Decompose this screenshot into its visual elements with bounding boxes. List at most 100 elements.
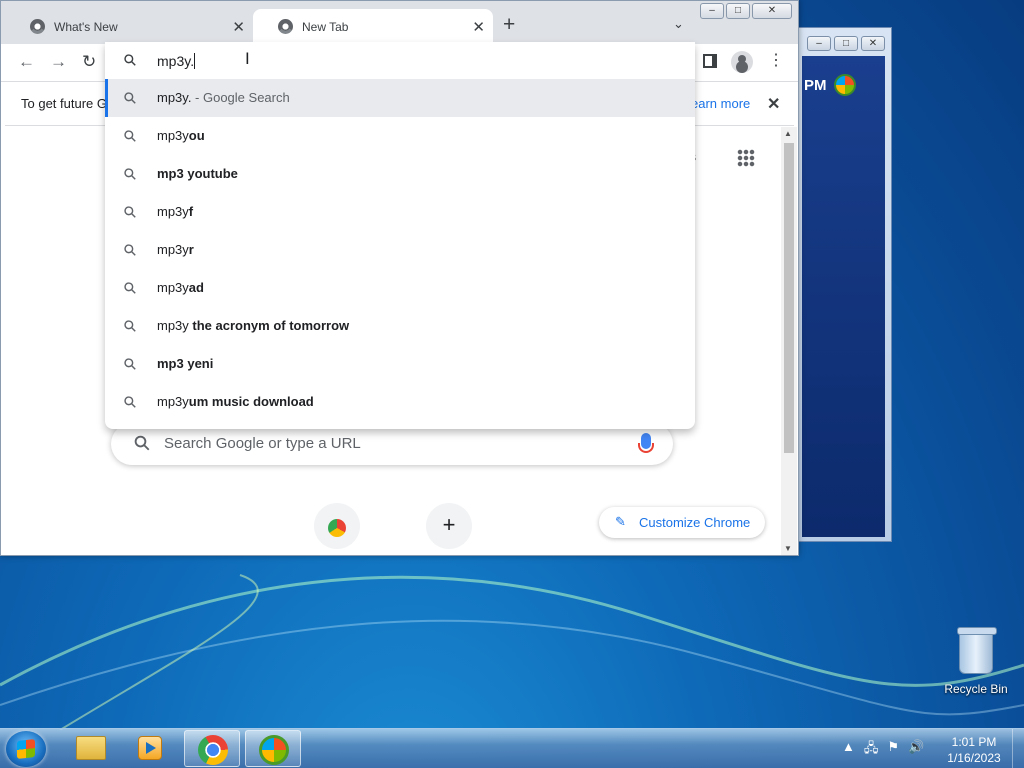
close-button[interactable]: ✕ — [861, 36, 885, 51]
start-button[interactable] — [6, 731, 46, 767]
search-icon — [124, 130, 136, 142]
desktop-wallpaper-swoosh — [0, 574, 1024, 730]
menu-kebab-icon[interactable]: ⋮ — [768, 51, 784, 71]
tab-title: New Tab — [302, 19, 349, 34]
omnibox-suggestion[interactable]: mp3yum music download — [105, 383, 695, 421]
background-window-controls: – □ ✕ — [807, 36, 885, 51]
customize-chrome-button[interactable]: ✎ Customize Chrome — [599, 507, 765, 538]
show-hidden-icons-icon[interactable]: ▲ — [842, 739, 855, 761]
action-center-flag-icon[interactable]: ⚑ — [887, 739, 899, 761]
search-icon — [124, 168, 136, 180]
suggestion-text: mp3 yeni — [157, 356, 214, 371]
tab-whats-new[interactable]: What's New ✕ — [5, 9, 253, 44]
omnibox-dropdown: mp3y. I mp3y. - Google Search mp3you mp3 y… — [105, 42, 695, 429]
tab-search-chevron-icon[interactable]: ⌄ — [673, 16, 684, 32]
omnibox-suggestion[interactable]: mp3you — [105, 117, 695, 155]
scroll-up-arrow-icon[interactable]: ▲ — [784, 129, 792, 138]
omnibox-suggestion[interactable]: mp3y the acronym of tomorrow — [105, 307, 695, 345]
customize-chrome-label: Customize Chrome — [639, 515, 751, 530]
search-icon — [124, 396, 136, 408]
side-panel-icon[interactable] — [703, 54, 717, 68]
infobar-text: To get future G — [21, 96, 107, 111]
chrome-taskbar-button[interactable] — [184, 730, 240, 767]
chrome-favicon-icon — [30, 19, 45, 34]
profile-avatar-icon[interactable] — [731, 51, 753, 73]
suggestion-text: mp3y the acronym of tomorrow — [157, 318, 350, 333]
search-icon — [124, 54, 136, 66]
omnibox-value: mp3y. — [157, 53, 196, 69]
search-icon — [124, 206, 136, 218]
folder-icon — [76, 736, 106, 760]
maximize-button[interactable]: □ — [834, 36, 858, 51]
maximize-button[interactable]: □ — [726, 3, 750, 19]
recycle-bin-label: Recycle Bin — [944, 682, 1008, 696]
tab-close-icon[interactable]: ✕ — [472, 18, 485, 36]
omnibox-suggestion[interactable]: mp3yr — [105, 231, 695, 269]
close-button[interactable]: ✕ — [752, 3, 792, 19]
suggestion-text: mp3 youtube — [157, 166, 238, 181]
windows-app-taskbar-button[interactable] — [245, 730, 301, 767]
page-scrollbar[interactable]: ▲ ▼ — [781, 127, 797, 555]
suggestion-text: mp3you — [157, 128, 205, 143]
chrome-favicon-icon — [278, 19, 293, 34]
forward-arrow-icon[interactable]: → — [50, 52, 67, 72]
omnibox-suggestion[interactable]: mp3yad — [105, 269, 695, 307]
suggestion-text: mp3yr — [157, 242, 194, 257]
voice-search-icon[interactable] — [638, 433, 654, 453]
suggestion-text: mp3y. - Google Search — [157, 90, 290, 105]
infobar-close-icon[interactable]: ✕ — [767, 94, 780, 114]
minimize-button[interactable]: – — [807, 36, 831, 51]
suggestion-text: mp3yum music download — [157, 394, 314, 409]
google-apps-icon[interactable] — [737, 149, 755, 167]
omnibox-suggestion[interactable]: mp3 youtube — [105, 155, 695, 193]
new-tab-button[interactable]: + — [503, 14, 515, 36]
learn-more-link[interactable]: earn more — [691, 96, 750, 111]
search-placeholder: Search Google or type a URL — [164, 435, 361, 452]
reload-icon[interactable]: ↻ — [82, 52, 96, 72]
tab-close-icon[interactable]: ✕ — [232, 18, 245, 36]
ntp-search-box[interactable]: Search Google or type a URL — [111, 423, 673, 465]
scrollbar-thumb[interactable] — [784, 143, 794, 453]
chrome-icon — [198, 735, 228, 765]
suggestion-text: mp3yf — [157, 204, 194, 219]
window-controls: – □ ✕ — [700, 3, 792, 19]
text-cursor-icon: I — [245, 49, 250, 68]
recycle-bin[interactable]: Recycle Bin — [944, 627, 1008, 696]
search-icon — [124, 282, 136, 294]
explorer-taskbar-button[interactable] — [62, 730, 118, 767]
windows-logo-icon — [259, 735, 289, 765]
taskbar: ▲ 🖧 ⚑ 🔊 1:01 PM 1/16/2023 — [0, 728, 1024, 768]
clock-date: 1/16/2023 — [947, 751, 1001, 765]
time-fragment: PM — [804, 77, 827, 94]
show-desktop-button[interactable] — [1012, 729, 1024, 768]
tab-title: What's New — [54, 19, 118, 34]
omnibox-suggestion[interactable]: mp3 yeni — [105, 345, 695, 383]
clock-time: 1:01 PM — [951, 735, 997, 749]
search-icon — [124, 358, 136, 370]
minimize-button[interactable]: – — [700, 3, 724, 19]
media-player-icon — [138, 736, 162, 760]
system-tray: ▲ 🖧 ⚑ 🔊 — [842, 739, 924, 761]
tab-new-tab[interactable]: New Tab ✕ — [253, 9, 493, 44]
tab-strip: What's New ✕ New Tab ✕ + ⌄ – □ ✕ — [1, 1, 798, 44]
recycle-bin-icon — [957, 627, 997, 674]
back-arrow-icon[interactable]: ← — [18, 52, 35, 72]
media-player-taskbar-button[interactable] — [122, 730, 178, 767]
shortcut-tile[interactable] — [314, 503, 360, 549]
suggestion-text: mp3yad — [157, 280, 204, 295]
volume-icon[interactable]: 🔊 — [908, 739, 924, 761]
network-icon[interactable]: 🖧 — [864, 739, 879, 761]
background-window[interactable]: – □ ✕ PM — [797, 27, 892, 542]
taskbar-clock[interactable]: 1:01 PM 1/16/2023 — [944, 734, 1004, 766]
omnibox-suggestion[interactable]: mp3y. - Google Search — [105, 79, 695, 117]
pencil-icon: ✎ — [615, 514, 626, 529]
add-shortcut-button[interactable]: + — [426, 503, 472, 549]
omnibox-input[interactable]: mp3y. I — [105, 42, 695, 80]
search-icon — [134, 435, 150, 451]
search-icon — [124, 92, 136, 104]
background-window-content — [802, 56, 885, 537]
scroll-down-arrow-icon[interactable]: ▼ — [784, 544, 792, 553]
windows-logo-icon — [834, 74, 856, 96]
search-icon — [124, 244, 136, 256]
omnibox-suggestion[interactable]: mp3yf — [105, 193, 695, 231]
